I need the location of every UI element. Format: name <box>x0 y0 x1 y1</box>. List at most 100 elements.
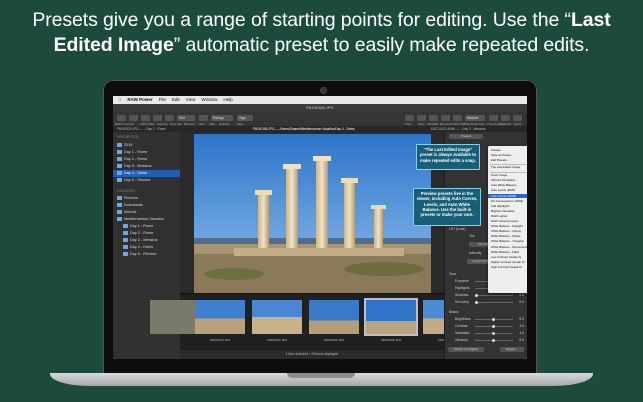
slider-knob[interactable] <box>475 300 478 304</box>
preset-menu-item[interactable]: White Balance - Cloudy <box>488 229 527 233</box>
brightness-slider[interactable] <box>475 317 513 321</box>
sidebar-item-folder-day3[interactable]: Day 3 - Messina <box>113 237 190 244</box>
ratings-select[interactable]: Ratings <box>211 115 233 121</box>
menu-window[interactable]: Window <box>201 96 217 104</box>
sidebar-item-2018[interactable]: 2018 <box>113 142 184 149</box>
folders-header: FOLDERS <box>117 189 135 193</box>
preset-menu-item[interactable]: Add Highlights <box>488 204 527 208</box>
saturation-slider[interactable] <box>475 331 513 335</box>
preset-menu-item[interactable]: High Contrast (Grade 5) <box>488 265 527 269</box>
preset-menu-item[interactable]: Presets <box>488 148 527 152</box>
preset-menu-item[interactable]: Auto Curves (RGB) <box>488 193 527 198</box>
thumbnail-4-selected[interactable] <box>364 298 418 336</box>
preset-menu-item[interactable]: RAW Underexposure <box>488 219 527 223</box>
save-button[interactable] <box>417 115 426 121</box>
sidebar-item-selects[interactable]: Selects <box>113 209 184 216</box>
thumbnail-2[interactable] <box>252 300 302 334</box>
info-edit-button[interactable] <box>429 115 438 121</box>
basics-section-header[interactable]: Basics <box>445 309 527 315</box>
preset-menu-item[interactable]: Auto Levels (RGB) <box>488 188 527 192</box>
intensity-label: Intensity <box>469 251 482 255</box>
sidebar-item-folder-day5[interactable]: Day 5 - Rhodes <box>113 251 190 258</box>
slider-label: Shadows <box>455 293 469 297</box>
preset-menu-item[interactable]: Edit Presets... <box>488 158 527 162</box>
sidebar-item-mediterranean[interactable]: Mediterranean Vacation <box>113 216 184 223</box>
preset-menu-item[interactable]: Low Contrast (Grade 0) <box>488 255 527 259</box>
preset-menu-item[interactable]: Infrared Simulation <box>488 178 527 182</box>
preset-menu-item[interactable]: White Balance - Shade <box>488 234 527 238</box>
sidebar-item-pictures[interactable]: Pictures <box>113 195 184 202</box>
preset-menu-item[interactable]: Brighten Shadows <box>488 209 527 213</box>
slider-knob[interactable] <box>492 331 495 335</box>
sort-select[interactable]: Sort <box>177 115 195 121</box>
contrast-slider[interactable] <box>475 324 513 328</box>
preset-menu-item[interactable]: White Balance - Flash <box>488 250 527 254</box>
promo-headline: Presets give you a range of starting poi… <box>0 8 643 58</box>
preset-menu-item[interactable]: White Balance - Daylight <box>488 224 527 228</box>
menu-edit[interactable]: Edit <box>172 96 180 104</box>
sidebar-item-label: Day 5 - Rhodes <box>130 252 157 256</box>
callout-preview-presets: Preview presets live in the viewer, incl… <box>413 188 481 226</box>
apple-icon[interactable]:  <box>118 96 121 104</box>
shadows-slider[interactable] <box>475 293 513 297</box>
menu-app-name[interactable]: RAW Power <box>127 96 152 104</box>
thumbnail-3-name: P8190150.JPG <box>323 338 345 342</box>
tags-select[interactable]: Tags <box>237 115 253 121</box>
slider-knob[interactable] <box>492 324 495 328</box>
sidebar-item-day3[interactable]: Day 3 - Messina <box>113 163 184 170</box>
sidebar-item-day4[interactable]: Day 4 - Delos <box>113 170 184 177</box>
menu-help[interactable]: Help <box>223 96 232 104</box>
print-button[interactable] <box>405 115 414 121</box>
recovery-slider[interactable] <box>475 300 513 304</box>
thumbnail-3[interactable] <box>309 300 359 334</box>
thumbnails-button[interactable] <box>489 115 498 121</box>
preset-menu-item[interactable]: Save as Preset... <box>488 153 527 157</box>
menu-view[interactable]: View <box>186 96 196 104</box>
browser-button[interactable] <box>165 115 174 121</box>
sidebar-item-day5[interactable]: Day 5 - Rhodes <box>113 177 184 184</box>
sidebar-item-label: Day 2 - Rome <box>130 231 154 235</box>
main-photo[interactable] <box>194 134 431 293</box>
preset-menu-item[interactable]: Auto White Balance <box>488 183 527 187</box>
preset-menu-item[interactable]: Invert Image <box>488 173 527 177</box>
thumbnail-size-select[interactable]: Medium <box>465 115 485 121</box>
sidebar-button[interactable] <box>501 115 510 121</box>
slider-label: Vibrancy <box>455 338 468 342</box>
preset-menu-item[interactable]: White Balance - Tungsten <box>488 239 527 243</box>
preset-menu-item[interactable]: The Last Edited Image <box>488 165 527 169</box>
slider-label: Contrast <box>455 324 468 328</box>
folder-icon <box>117 210 122 214</box>
next-set-button[interactable] <box>153 115 162 121</box>
thumbnail-partial[interactable] <box>150 300 200 334</box>
brightness-row: Brightness 0.0 <box>445 316 527 322</box>
add-folder-button[interactable] <box>129 115 138 121</box>
filter-button[interactable] <box>199 115 208 121</box>
sidebar-item-day1[interactable]: Day 1 - Rome <box>113 149 184 156</box>
favorite-button[interactable] <box>141 115 150 121</box>
thumbnail-1[interactable] <box>195 300 245 334</box>
preset-menu-item[interactable]: RAW Lighter <box>488 214 527 218</box>
camera-icon <box>320 87 327 94</box>
quick-button[interactable] <box>513 115 522 121</box>
slider-knob[interactable] <box>475 293 478 297</box>
unfold-tab-button[interactable] <box>453 115 462 121</box>
sidebar-item-folder-day1[interactable]: Day 1 - Rome <box>113 223 190 230</box>
slider-knob[interactable] <box>492 338 495 342</box>
vibrancy-slider[interactable] <box>475 338 513 342</box>
menu-file[interactable]: File <box>159 96 166 104</box>
preset-menu-item[interactable]: Fix Overexposure (RAW) <box>488 199 527 203</box>
presets-button[interactable]: Presets <box>449 134 483 139</box>
revert-to-original-button[interactable]: Revert to Original <box>448 347 484 352</box>
batch-convert-button[interactable] <box>117 115 126 121</box>
slider-knob[interactable] <box>492 317 495 321</box>
sidebar-item-day2[interactable]: Day 2 - Rome <box>113 156 184 163</box>
sidebar-item-downloads[interactable]: Downloads <box>113 202 184 209</box>
sidebar-item-folder-day4[interactable]: Day 4 - Delos <box>113 244 190 251</box>
right-browser-button[interactable] <box>441 115 450 121</box>
export-button[interactable]: Export... <box>500 347 524 352</box>
preset-menu-item[interactable]: Higher Contrast (Grade 3) <box>488 260 527 264</box>
slider-label: Exposure <box>455 279 469 283</box>
preset-menu-item[interactable]: White Balance - Fluorescent <box>488 245 527 249</box>
sidebar-item-folder-day2[interactable]: Day 2 - Rome <box>113 230 190 237</box>
recovery-row: Recovery 0.0 <box>445 299 527 305</box>
